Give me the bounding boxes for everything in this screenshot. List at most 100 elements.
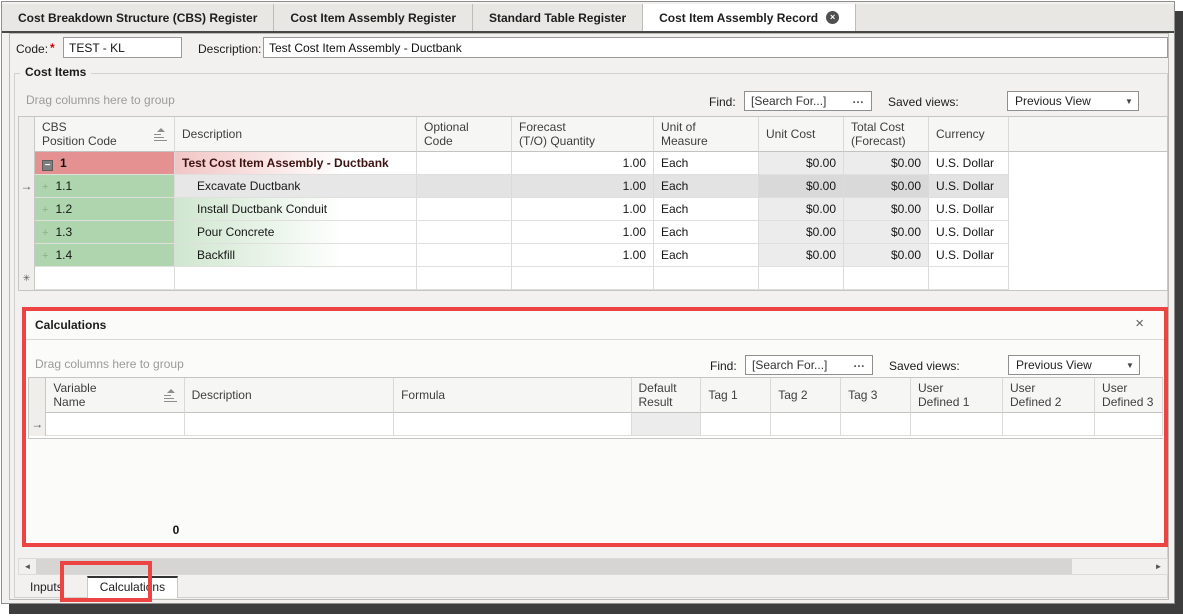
sort-ascending-icon[interactable]: [164, 389, 177, 401]
optional-code-cell[interactable]: [417, 267, 512, 290]
close-tab-icon[interactable]: ×: [826, 11, 839, 24]
expand-icon[interactable]: +: [42, 227, 48, 239]
optional-code-cell[interactable]: [417, 221, 512, 244]
table-row-1-4[interactable]: +1.4 Backfill 1.00 Each $0.00 $0.00 U.S.…: [19, 244, 1167, 267]
quantity-cell[interactable]: [512, 267, 654, 290]
description-cell[interactable]: Backfill: [175, 244, 417, 267]
description-cell[interactable]: [185, 413, 394, 436]
currency-cell[interactable]: U.S. Dollar: [929, 175, 1009, 198]
tab-cbs-register[interactable]: Cost Breakdown Structure (CBS) Register: [2, 4, 274, 31]
uom-cell[interactable]: Each: [654, 244, 759, 267]
tab-calculations[interactable]: Calculations: [87, 576, 178, 598]
unit-cost-cell[interactable]: [759, 267, 844, 290]
cbs-code-cell[interactable]: +1.1: [35, 175, 175, 198]
formula-cell[interactable]: [394, 413, 631, 436]
table-row-1[interactable]: −1 Test Cost Item Assembly - Ductbank 1.…: [19, 152, 1167, 175]
total-cost-cell[interactable]: $0.00: [844, 175, 929, 198]
table-row-1-3[interactable]: +1.3 Pour Concrete 1.00 Each $0.00 $0.00…: [19, 221, 1167, 244]
optional-code-cell[interactable]: [417, 175, 512, 198]
column-header-unit-cost[interactable]: Unit Cost: [759, 117, 844, 152]
column-header-optional-code[interactable]: OptionalCode: [417, 117, 512, 152]
find-more-icon[interactable]: …: [851, 356, 872, 374]
find-more-icon[interactable]: …: [850, 92, 871, 110]
column-header-currency[interactable]: Currency: [929, 117, 1009, 152]
sort-ascending-icon[interactable]: [154, 128, 167, 140]
tab-standard-table-register[interactable]: Standard Table Register: [473, 4, 643, 31]
description-cell[interactable]: Pour Concrete: [175, 221, 417, 244]
total-cost-cell[interactable]: $0.00: [844, 244, 929, 267]
description-cell[interactable]: Test Cost Item Assembly - Ductbank: [175, 152, 417, 175]
default-result-cell[interactable]: [632, 413, 702, 436]
scroll-left-icon[interactable]: ◄: [19, 559, 36, 574]
uom-cell[interactable]: Each: [654, 175, 759, 198]
tab-inputs[interactable]: Inputs: [18, 576, 75, 598]
column-header-tag-3[interactable]: Tag 3: [841, 378, 911, 413]
column-header-total-cost[interactable]: Total Cost(Forecast): [844, 117, 929, 152]
currency-cell[interactable]: U.S. Dollar: [929, 152, 1009, 175]
collapse-icon[interactable]: −: [42, 160, 53, 171]
scrollbar-track[interactable]: [1072, 559, 1150, 574]
unit-cost-cell[interactable]: $0.00: [759, 221, 844, 244]
column-header-formula[interactable]: Formula: [394, 378, 631, 413]
expand-icon[interactable]: +: [42, 250, 48, 262]
new-row[interactable]: ✳: [19, 267, 1167, 290]
tab-cost-item-assembly-register[interactable]: Cost Item Assembly Register: [274, 4, 473, 31]
table-row-1-2[interactable]: +1.2 Install Ductbank Conduit 1.00 Each …: [19, 198, 1167, 221]
total-cost-cell[interactable]: $0.00: [844, 152, 929, 175]
quantity-cell[interactable]: 1.00: [512, 198, 654, 221]
find-input[interactable]: [Search For...] …: [744, 91, 872, 111]
variable-name-cell[interactable]: [46, 413, 184, 436]
optional-code-cell[interactable]: [417, 244, 512, 267]
cbs-code-cell[interactable]: −1: [35, 152, 175, 175]
column-header-description[interactable]: Description: [185, 378, 394, 413]
code-input[interactable]: [63, 37, 182, 58]
optional-code-cell[interactable]: [417, 152, 512, 175]
uom-cell[interactable]: Each: [654, 198, 759, 221]
total-cost-cell[interactable]: [844, 267, 929, 290]
tab-cost-item-assembly-record[interactable]: Cost Item Assembly Record ×: [643, 4, 856, 31]
total-cost-cell[interactable]: $0.00: [844, 198, 929, 221]
unit-cost-cell[interactable]: $0.00: [759, 198, 844, 221]
column-header-tag-2[interactable]: Tag 2: [771, 378, 841, 413]
cbs-code-cell[interactable]: +1.2: [35, 198, 175, 221]
total-cost-cell[interactable]: $0.00: [844, 221, 929, 244]
description-input[interactable]: [263, 37, 1168, 58]
new-row[interactable]: →: [29, 413, 1163, 436]
find-input[interactable]: [Search For...] …: [745, 355, 873, 375]
uom-cell[interactable]: Each: [654, 152, 759, 175]
table-row-1-1-selected[interactable]: → +1.1 Excavate Ductbank 1.00 Each $0.00…: [19, 175, 1167, 198]
scrollbar-thumb[interactable]: [36, 559, 1072, 574]
close-panel-icon[interactable]: ×: [1135, 315, 1144, 332]
horizontal-scrollbar[interactable]: ◄ ►: [18, 558, 1168, 575]
saved-views-dropdown[interactable]: Previous View ▼: [1008, 355, 1140, 375]
currency-cell[interactable]: U.S. Dollar: [929, 244, 1009, 267]
column-header-user-defined-2[interactable]: UserDefined 2: [1003, 378, 1095, 413]
expand-icon[interactable]: +: [42, 181, 48, 193]
expand-icon[interactable]: +: [42, 204, 48, 216]
unit-cost-cell[interactable]: $0.00: [759, 152, 844, 175]
user-defined-1-cell[interactable]: [911, 413, 1003, 436]
column-header-variable-name[interactable]: VariableName: [46, 378, 184, 413]
cbs-code-cell[interactable]: [35, 267, 175, 290]
optional-code-cell[interactable]: [417, 198, 512, 221]
currency-cell[interactable]: U.S. Dollar: [929, 198, 1009, 221]
user-defined-3-cell[interactable]: [1095, 413, 1163, 436]
cbs-code-cell[interactable]: +1.3: [35, 221, 175, 244]
cbs-code-cell[interactable]: +1.4: [35, 244, 175, 267]
scroll-right-icon[interactable]: ►: [1150, 559, 1167, 574]
currency-cell[interactable]: U.S. Dollar: [929, 221, 1009, 244]
tag-3-cell[interactable]: [841, 413, 911, 436]
unit-cost-cell[interactable]: $0.00: [759, 175, 844, 198]
quantity-cell[interactable]: 1.00: [512, 221, 654, 244]
column-header-unit-of-measure[interactable]: Unit ofMeasure: [654, 117, 759, 152]
quantity-cell[interactable]: 1.00: [512, 152, 654, 175]
quantity-cell[interactable]: 1.00: [512, 244, 654, 267]
column-header-description[interactable]: Description: [175, 117, 417, 152]
unit-cost-cell[interactable]: $0.00: [759, 244, 844, 267]
column-header-user-defined-3[interactable]: UserDefined 3: [1095, 378, 1163, 413]
column-header-default-result[interactable]: DefaultResult: [632, 378, 702, 413]
uom-cell[interactable]: [654, 267, 759, 290]
description-cell[interactable]: [175, 267, 417, 290]
quantity-cell[interactable]: 1.00: [512, 175, 654, 198]
tag-1-cell[interactable]: [701, 413, 771, 436]
